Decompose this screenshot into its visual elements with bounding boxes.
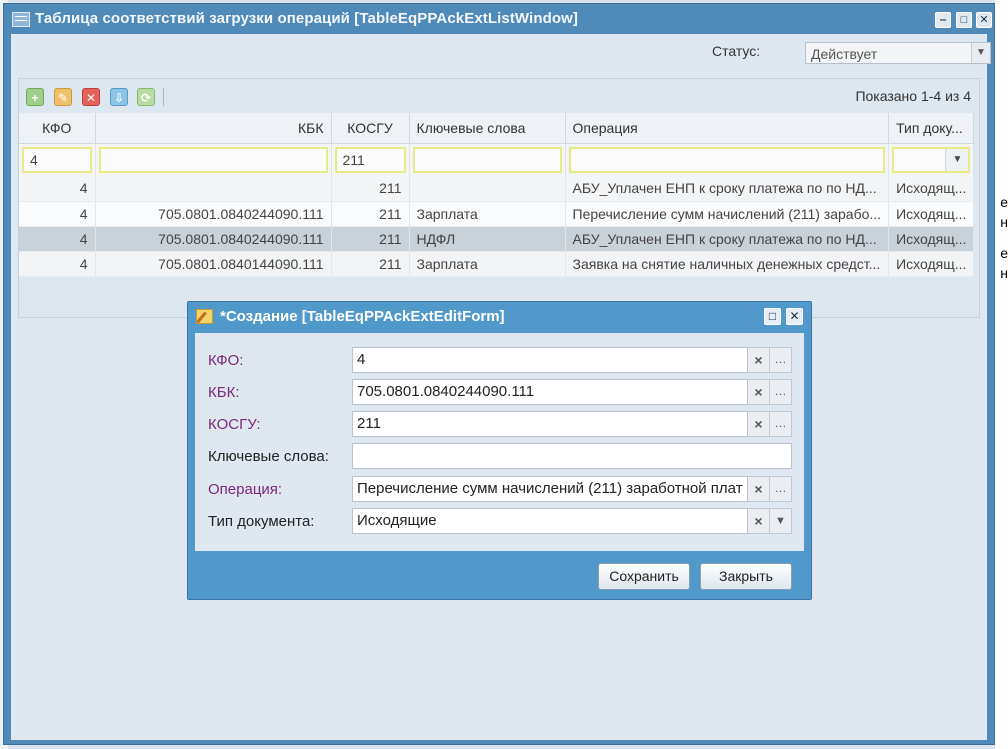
cell-operation: Заявка на снятие наличных денежных средс… (565, 251, 890, 277)
keywords-field[interactable] (352, 443, 792, 469)
filter-kbk-input[interactable] (98, 146, 328, 173)
minimize-icon[interactable]: ‒ (935, 12, 951, 28)
kbk-field[interactable]: 705.0801.0840244090.111 (352, 379, 748, 405)
table-row-selected[interactable]: 4 705.0801.0840244090.111 211 НДФЛ АБУ_У… (19, 226, 975, 252)
keywords-label: Ключевые слова: (208, 448, 329, 465)
kosgu-field[interactable]: 211 (352, 411, 748, 437)
table-row[interactable]: 4 705.0801.0840244090.111 211 Зарплата П… (19, 201, 975, 227)
status-value: Действует (811, 46, 878, 62)
operations-grid: + ✎ ✕ ⇩ ⟳ Показано 1-4 из 4 КФО КБК КОСГ… (18, 78, 980, 318)
cell-keywords: Зарплата (409, 251, 566, 277)
cell-keywords: НДФЛ (409, 226, 566, 252)
select-more-icon[interactable]: … (770, 379, 792, 405)
clear-icon[interactable]: × (748, 508, 770, 534)
cell-kosgu: 211 (331, 176, 410, 202)
filter-keywords-input[interactable] (412, 146, 562, 173)
dialog-title: *Создание [TableEqPPAckExtEditForm] (220, 308, 505, 325)
dialog-form: КФО: 4 × … КБК: 705.0801.0840244090.111 … (195, 333, 804, 551)
background-text-fragment: н (1000, 265, 1008, 281)
cell-operation: АБУ_Уплачен ЕНП к сроку платежа по по НД… (565, 176, 890, 202)
status-select[interactable]: Действует ▼ (805, 42, 991, 64)
delete-icon[interactable]: ✕ (82, 88, 100, 106)
cell-doc-type: Исходящ... (888, 176, 975, 202)
list-window-titlebar[interactable]: Таблица соответствий загрузки операций [… (4, 4, 994, 34)
filter-kosgu-input[interactable]: 211 (334, 146, 406, 173)
operation-label: Операция: (208, 481, 283, 498)
close-icon[interactable]: ✕ (976, 12, 992, 28)
cell-kbk (95, 176, 332, 202)
cell-kfo: 4 (19, 201, 96, 227)
chevron-down-icon[interactable]: ▼ (971, 43, 990, 63)
cell-kfo: 4 (19, 176, 96, 202)
column-header-kfo[interactable]: КФО (19, 113, 96, 144)
cell-doc-type: Исходящ... (888, 226, 975, 252)
select-more-icon[interactable]: … (770, 347, 792, 373)
cell-kbk: 705.0801.0840144090.111 (95, 251, 332, 277)
save-button[interactable]: Сохранить (598, 563, 690, 590)
clear-icon[interactable]: × (748, 379, 770, 405)
background-text-fragment: е (1000, 245, 1008, 261)
cell-kosgu: 211 (331, 251, 410, 277)
cell-operation: Перечисление сумм начислений (211) зараб… (565, 201, 890, 227)
clear-icon[interactable]: × (748, 411, 770, 437)
edit-icon[interactable]: ✎ (54, 88, 72, 106)
cell-keywords: Зарплата (409, 201, 566, 227)
clear-icon[interactable]: × (748, 347, 770, 373)
select-more-icon[interactable]: … (770, 476, 792, 502)
cell-kosgu: 211 (331, 201, 410, 227)
kfo-label: КФО: (208, 352, 244, 369)
close-icon[interactable]: ✕ (786, 308, 803, 325)
kosgu-label: КОСГУ: (208, 416, 261, 433)
cell-kbk: 705.0801.0840244090.111 (95, 201, 332, 227)
filter-kfo-input[interactable]: 4 (22, 146, 92, 173)
refresh-icon[interactable]: ⟳ (137, 88, 155, 106)
background-right-edge: е н е н (995, 0, 1008, 749)
cell-doc-type: Исходящ... (888, 251, 975, 277)
cell-operation: АБУ_Уплачен ЕНП к сроку платежа по по НД… (565, 226, 890, 252)
filter-operation-input[interactable] (568, 146, 886, 173)
column-header-keywords[interactable]: Ключевые слова (409, 113, 566, 144)
select-more-icon[interactable]: … (770, 411, 792, 437)
kbk-label: КБК: (208, 384, 240, 401)
column-header-kbk[interactable]: КБК (95, 113, 332, 144)
doc-type-label: Тип документа: (208, 513, 315, 530)
chevron-down-icon[interactable]: ▼ (770, 508, 792, 534)
cell-kfo: 4 (19, 251, 96, 277)
column-header-kosgu[interactable]: КОСГУ (331, 113, 410, 144)
paging-info: Показано 1-4 из 4 (855, 88, 971, 104)
filter-doc-type-select[interactable]: ▼ (892, 146, 971, 173)
list-window-title: Таблица соответствий загрузки операций [… (35, 10, 578, 27)
toolbar-separator (163, 88, 164, 106)
chevron-down-icon[interactable]: ▼ (945, 148, 969, 171)
kfo-field[interactable]: 4 (352, 347, 748, 373)
maximize-icon[interactable]: □ (956, 12, 972, 28)
maximize-icon[interactable]: □ (764, 308, 781, 325)
background-text-fragment: н (1000, 214, 1008, 230)
close-button[interactable]: Закрыть (700, 563, 792, 590)
download-icon[interactable]: ⇩ (110, 88, 128, 106)
operation-field[interactable]: Перечисление сумм начислений (211) зараб… (352, 476, 748, 502)
doc-type-select[interactable]: Исходящие (352, 508, 748, 534)
column-header-operation[interactable]: Операция (565, 113, 890, 144)
column-header-doc-type[interactable]: Тип доку... (888, 113, 975, 144)
cell-doc-type: Исходящ... (888, 201, 975, 227)
cell-kbk: 705.0801.0840244090.111 (95, 226, 332, 252)
table-row[interactable]: 4 705.0801.0840144090.111 211 Зарплата З… (19, 251, 975, 277)
cell-keywords (409, 176, 566, 202)
status-label: Статус: (712, 43, 761, 59)
table-row[interactable]: 4 211 АБУ_Уплачен ЕНП к сроку платежа по… (19, 176, 975, 202)
clear-icon[interactable]: × (748, 476, 770, 502)
grid-window-icon (12, 12, 30, 27)
edit-dialog: *Создание [TableEqPPAckExtEditForm] □ ✕ … (187, 301, 812, 600)
pencil-edit-icon (196, 309, 213, 324)
cell-kfo: 4 (19, 226, 96, 252)
grid-table: КФО КБК КОСГУ Ключевые слова Операция Ти… (19, 113, 975, 277)
cell-kosgu: 211 (331, 226, 410, 252)
add-icon[interactable]: + (26, 88, 44, 106)
background-text-fragment: е (1000, 194, 1008, 210)
